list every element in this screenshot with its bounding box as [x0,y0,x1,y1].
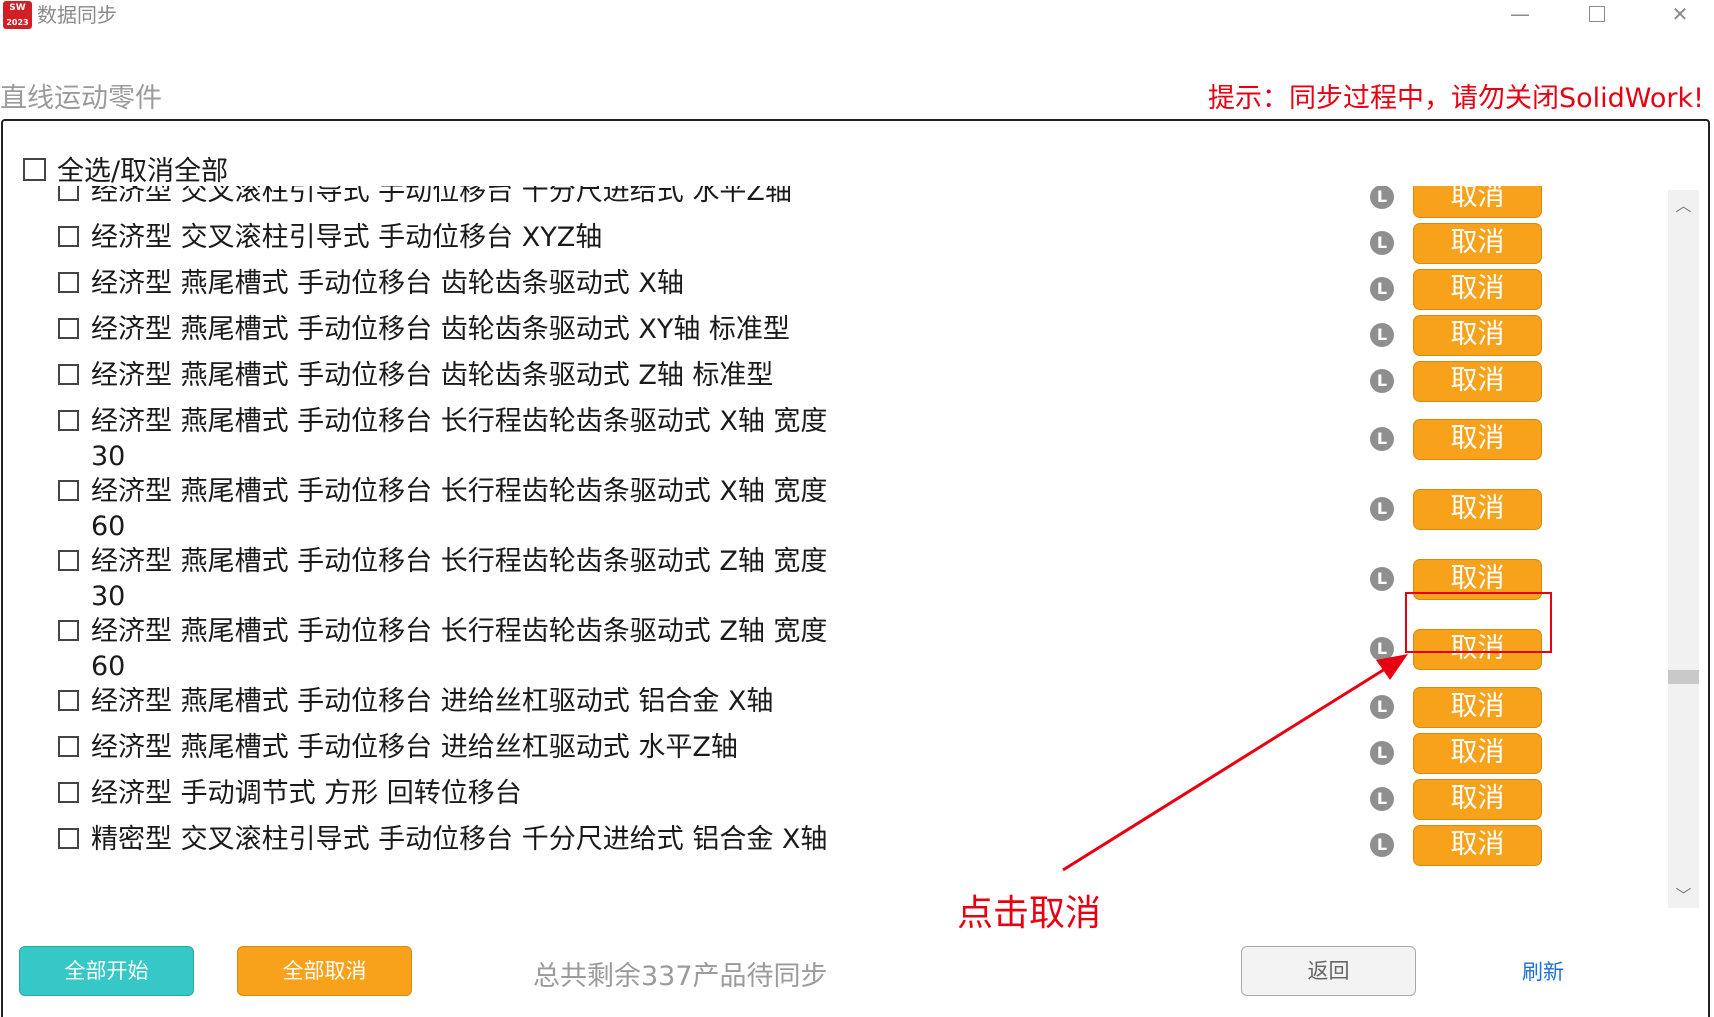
remaining-count: 总共剩余337产品待同步 [533,961,828,992]
start-all-button[interactable]: 全部开始 [19,946,194,996]
refresh-link[interactable]: 刷新 [1522,956,1564,986]
annotation-label: 点击取消 [957,893,1102,934]
back-button[interactable]: 返回 [1241,946,1416,996]
annotation-arrow-icon [1062,654,1408,872]
cancel-all-button[interactable]: 全部取消 [237,946,412,996]
